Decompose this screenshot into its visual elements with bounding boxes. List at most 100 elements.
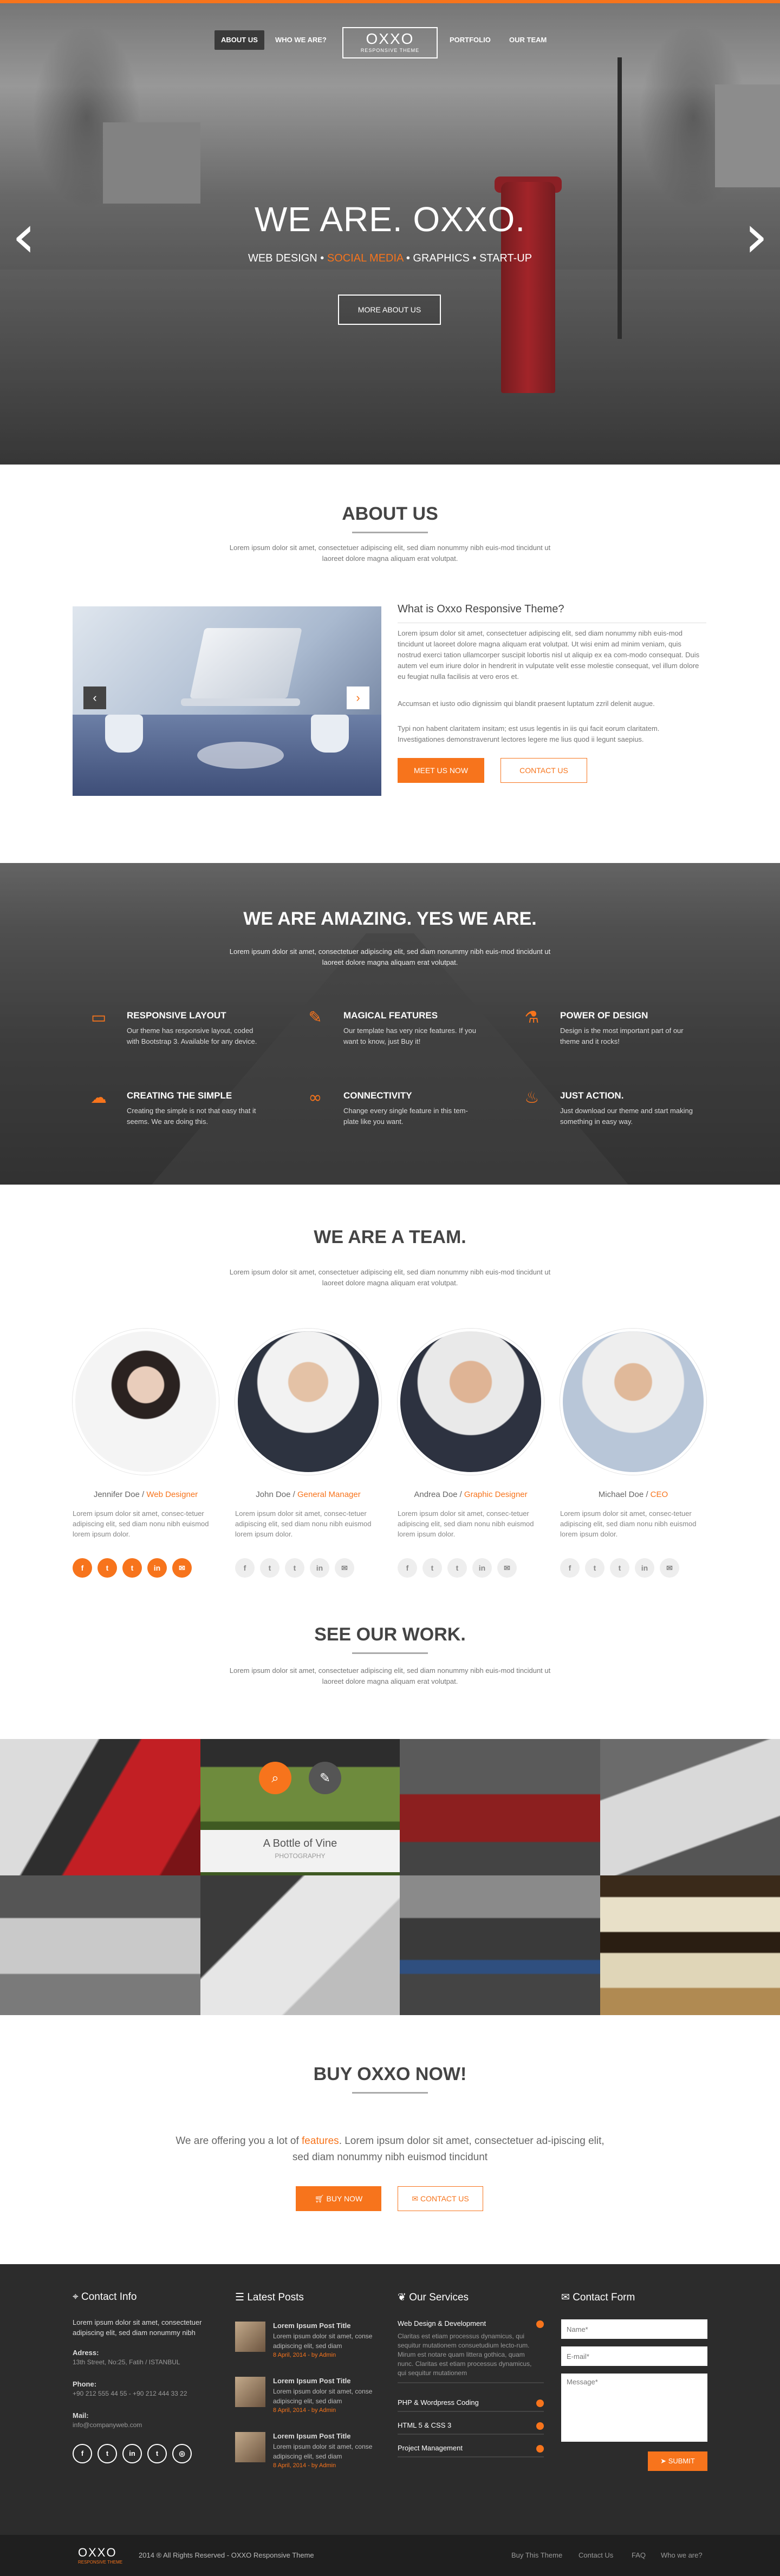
nav-our-team[interactable]: OUR TEAM	[509, 30, 547, 50]
contact-info-heading-text: Contact Info	[81, 2291, 137, 2303]
member-bio: Lorem ipsum dolor sit amet, consec-tetue…	[235, 1509, 372, 1538]
buy-title: BUY OXXO NOW!	[313, 2064, 467, 2084]
linkedin-icon[interactable]: in	[122, 2444, 142, 2463]
about-next-arrow-icon[interactable]: ›	[347, 687, 369, 709]
buy-now-button[interactable]: 🛒︎ BUY NOW	[296, 2186, 381, 2211]
about-title-rule	[352, 532, 428, 533]
mug-illustration	[311, 715, 349, 753]
portfolio-item-wine-bottles[interactable]	[600, 1875, 780, 2015]
mail-icon[interactable]: ✉	[335, 1558, 354, 1578]
facebook-icon[interactable]: f	[235, 1558, 255, 1578]
contact-info-text: Lorem ipsum dolor sit amet, consectetuer…	[73, 2318, 202, 2337]
service-toggle-icon[interactable]	[536, 2320, 544, 2328]
mail-icon[interactable]: ✉	[660, 1558, 679, 1578]
post-title[interactable]: Lorem Ipsum Post Title	[273, 2431, 351, 2441]
tumblr-icon[interactable]: t	[447, 1558, 467, 1578]
portfolio-item-cocktail[interactable]	[200, 1875, 400, 2015]
twitter-icon[interactable]: t	[260, 1558, 280, 1578]
mail-icon[interactable]: ✉	[497, 1558, 517, 1578]
footer-link[interactable]: Contact Us	[578, 2551, 613, 2559]
hero-subtitle-part: WEB DESIGN •	[248, 252, 327, 264]
contact-form-heading-text: Contact Form	[573, 2292, 635, 2303]
service-toggle-icon[interactable]	[536, 2400, 544, 2407]
post-thumbnail[interactable]	[235, 2322, 265, 2352]
feature-title: POWER OF DESIGN	[560, 1010, 648, 1021]
link-icon[interactable]: ✎	[309, 1762, 341, 1794]
feature-title: CREATING THE SIMPLE	[127, 1090, 232, 1101]
our-services-heading-text: Our Services	[409, 2292, 469, 2303]
portfolio-item-red-car[interactable]	[0, 1739, 200, 1875]
hero-title: WE ARE. OXXO.	[254, 200, 526, 239]
facebook-icon[interactable]: f	[73, 2444, 92, 2463]
mail-icon[interactable]: ✉	[172, 1558, 192, 1578]
tumblr-icon[interactable]: t	[147, 2444, 167, 2463]
buy-contact-us-button[interactable]: ✉ CONTACT US	[398, 2186, 483, 2211]
zoom-icon[interactable]: ⌕	[259, 1762, 291, 1794]
about-prev-arrow-icon[interactable]: ‹	[83, 687, 106, 709]
service-item-php[interactable]: PHP & Wordpress Coding	[398, 2398, 544, 2412]
latest-posts-heading: ☰ Latest Posts	[235, 2291, 304, 2304]
message-field[interactable]	[561, 2374, 707, 2442]
meet-us-now-button[interactable]: MEET US NOW	[398, 758, 484, 783]
contact-form-heading: ✉ Contact Form	[561, 2291, 635, 2304]
post-date: 8 April, 2014 - by Admin	[273, 2352, 336, 2358]
facebook-icon[interactable]: f	[560, 1558, 580, 1578]
twitter-icon[interactable]: t	[98, 1558, 117, 1578]
post-title[interactable]: Lorem Ipsum Post Title	[273, 2320, 351, 2331]
twitter-icon[interactable]: t	[422, 1558, 442, 1578]
mail-value[interactable]: info@companyweb.com	[73, 2420, 142, 2430]
facebook-icon[interactable]: f	[73, 1558, 92, 1578]
service-toggle-icon[interactable]	[536, 2422, 544, 2430]
bowl-illustration	[197, 742, 284, 769]
mug-illustration	[105, 715, 143, 753]
linkedin-icon[interactable]: in	[147, 1558, 167, 1578]
post-title[interactable]: Lorem Ipsum Post Title	[273, 2376, 351, 2386]
more-about-us-button[interactable]: MORE ABOUT US	[338, 295, 441, 325]
submit-button[interactable]: ➤ SUBMIT	[648, 2451, 707, 2471]
about-paragraph: Lorem ipsum dolor sit amet, consectetuer…	[398, 629, 700, 681]
feature-text: Our theme has responsive layout, coded w…	[127, 1027, 257, 1045]
portfolio-item-martini[interactable]	[0, 1875, 200, 2015]
member-name: John Doe / General Manager	[235, 1490, 381, 1499]
leaf-icon: ❦	[398, 2292, 410, 2303]
nav-who-we-are[interactable]: WHO WE ARE?	[275, 30, 327, 50]
address-label: Adress:	[73, 2349, 99, 2357]
cloud-icon: ☁	[90, 1088, 107, 1107]
email-field[interactable]	[561, 2346, 707, 2366]
tumblr-icon[interactable]: t	[610, 1558, 629, 1578]
flask-icon: ⚗	[524, 1008, 540, 1027]
service-item-html[interactable]: HTML 5 & CSS 3	[398, 2421, 544, 2435]
portfolio-item-bicycles[interactable]	[400, 1875, 600, 2015]
linkedin-icon[interactable]: in	[472, 1558, 492, 1578]
about-paragraph: Accumsan et iusto odio dignissim qui bla…	[398, 699, 655, 708]
footer-link[interactable]: FAQ	[632, 2551, 646, 2559]
member-bio: Lorem ipsum dolor sit amet, consec-tetue…	[398, 1509, 534, 1538]
send-icon: ➤	[660, 2457, 668, 2465]
footer-logo[interactable]: OXXO	[78, 2546, 117, 2560]
post-thumbnail[interactable]	[235, 2377, 265, 2407]
instagram-icon[interactable]: ◎	[172, 2444, 192, 2463]
footer-link[interactable]: Buy This Theme	[511, 2551, 562, 2559]
portfolio-item-red-sofa[interactable]	[400, 1739, 600, 1875]
post-thumbnail[interactable]	[235, 2432, 265, 2462]
footer-link[interactable]: Who we are?	[661, 2551, 703, 2559]
linkedin-icon[interactable]: in	[310, 1558, 329, 1578]
service-item-project-management[interactable]: Project Management	[398, 2444, 544, 2457]
nav-about-us[interactable]: ABOUT US	[214, 30, 264, 50]
twitter-icon[interactable]: t	[98, 2444, 117, 2463]
facebook-icon[interactable]: f	[398, 1558, 417, 1578]
name-field[interactable]	[561, 2319, 707, 2339]
twitter-icon[interactable]: t	[585, 1558, 604, 1578]
tumblr-icon[interactable]: t	[285, 1558, 304, 1578]
service-title: HTML 5 & CSS 3	[398, 2421, 452, 2429]
service-toggle-icon[interactable]	[536, 2445, 544, 2453]
envelope-icon: ✉	[412, 2194, 420, 2203]
service-item-web-design[interactable]: Web Design & Development Claritas est et…	[398, 2319, 544, 2383]
logo[interactable]: OXXO RESPONSIVE THEME	[342, 27, 438, 58]
nav-portfolio[interactable]: PORTFOLIO	[450, 30, 491, 50]
about-contact-us-button[interactable]: CONTACT US	[500, 758, 587, 783]
mail-label: Mail:	[73, 2411, 89, 2420]
portfolio-item-chair[interactable]	[600, 1739, 780, 1875]
tumblr-icon[interactable]: t	[122, 1558, 142, 1578]
linkedin-icon[interactable]: in	[635, 1558, 654, 1578]
